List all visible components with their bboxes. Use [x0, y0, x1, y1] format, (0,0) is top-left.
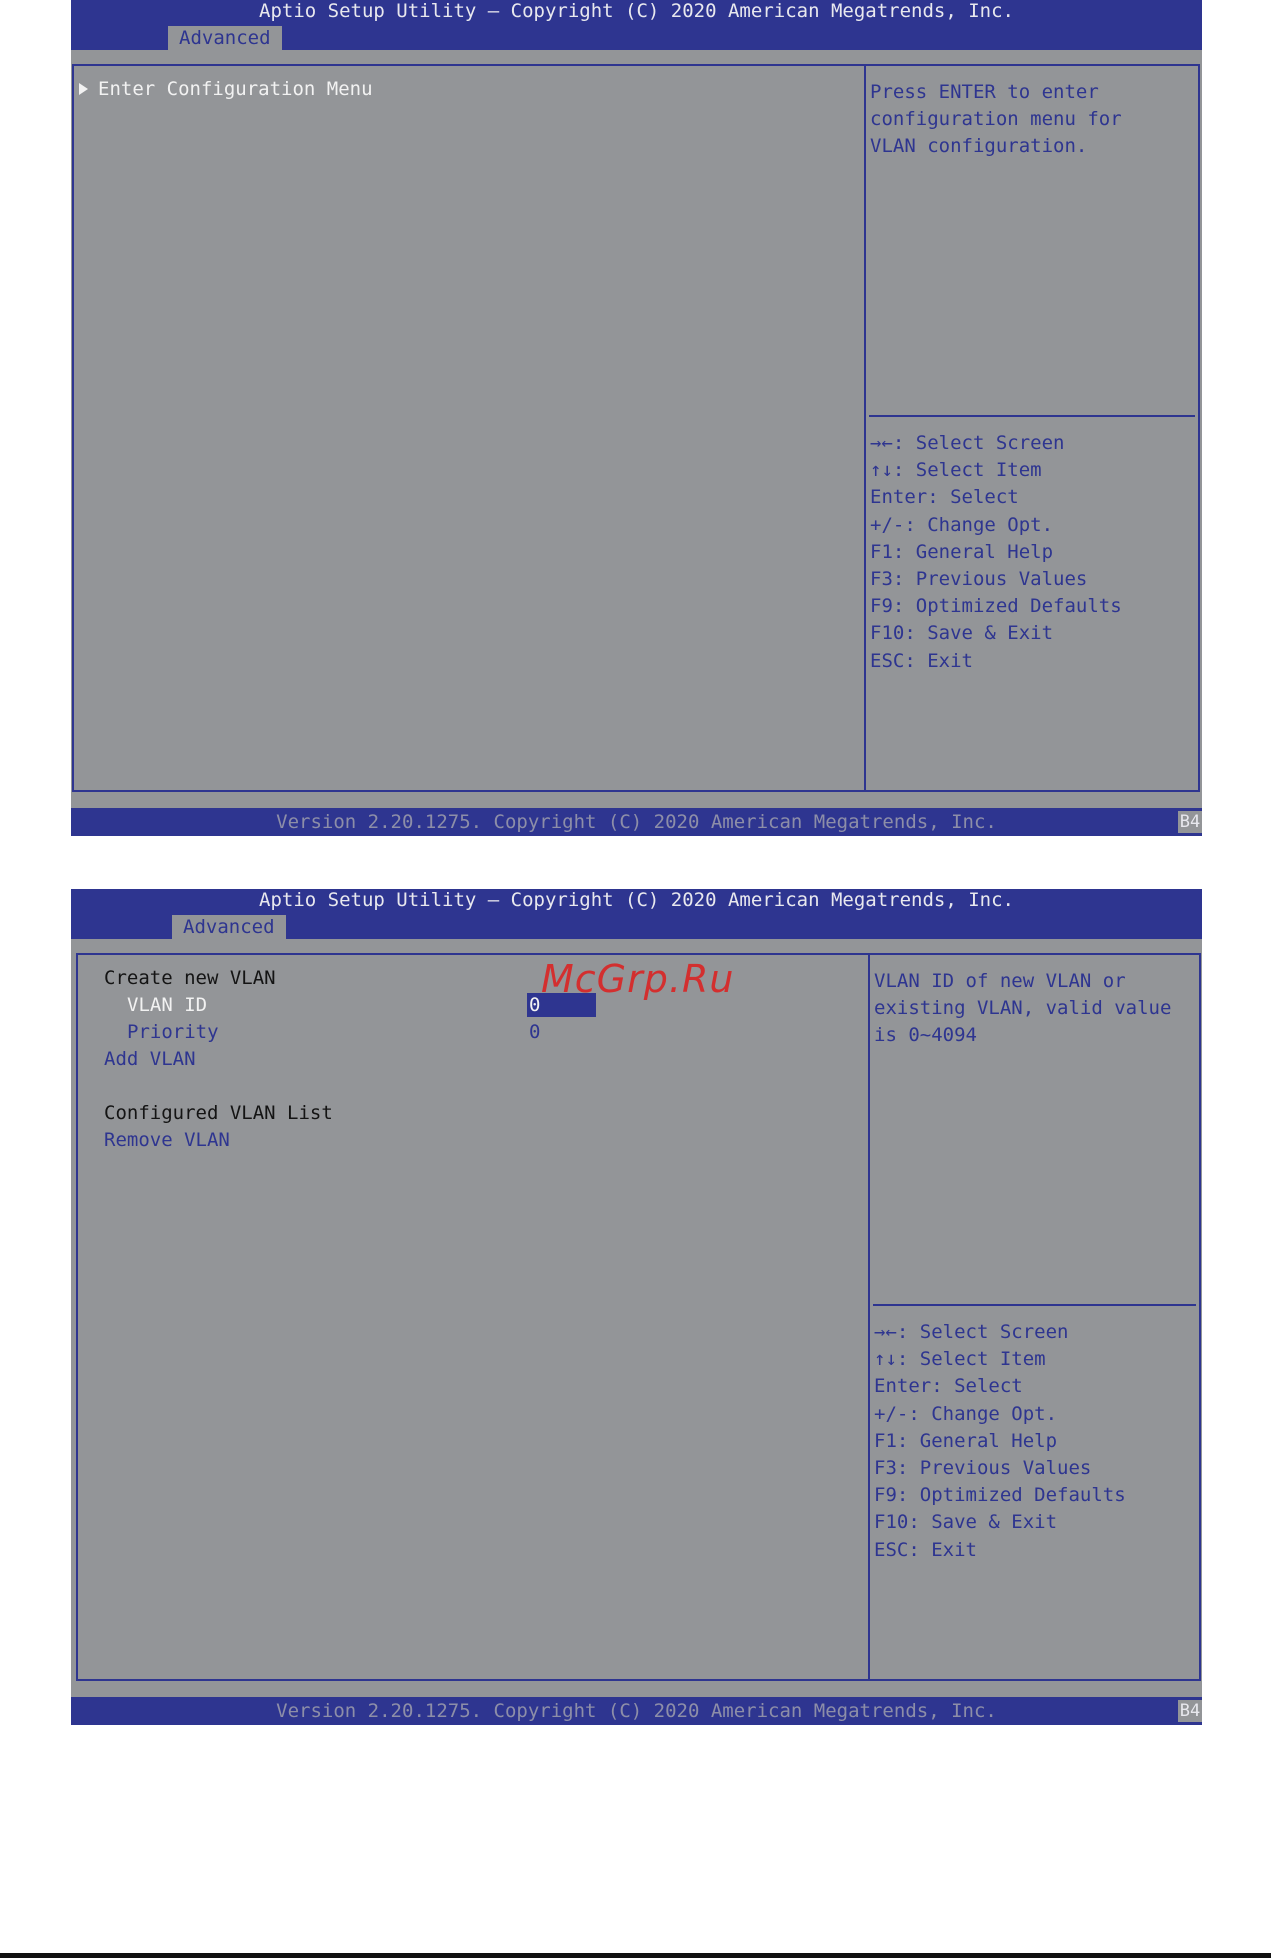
help-line: is 0~4094	[874, 1024, 977, 1046]
title-text: Aptio Setup Utility – Copyright (C) 2020…	[259, 0, 1014, 22]
title-bar: Aptio Setup Utility – Copyright (C) 2020…	[71, 889, 1202, 939]
vlan-id-label: VLAN ID	[127, 994, 208, 1016]
watermark-text: McGrp.Ru	[541, 957, 735, 1001]
tab-advanced[interactable]: Advanced	[172, 915, 286, 939]
footer-bar: Version 2.20.1275. Copyright (C) 2020 Am…	[71, 808, 1202, 836]
key-save-exit: F10: Save & Exit	[870, 622, 1054, 645]
menu-panel: Create new VLAN VLAN ID 0 Priority 0 Add…	[76, 953, 870, 1681]
title-text: Aptio Setup Utility – Copyright (C) 2020…	[259, 889, 1014, 911]
key-esc-exit: ESC: Exit	[874, 1538, 977, 1561]
remove-vlan-button[interactable]: Remove VLAN	[104, 1128, 230, 1152]
priority-field[interactable]: 0	[529, 1020, 540, 1044]
submenu-arrow-icon	[79, 83, 88, 95]
key-optimized-defaults: F9: Optimized Defaults	[870, 595, 1122, 618]
key-enter-select: Enter: Select	[874, 1375, 1023, 1398]
help-divider	[869, 415, 1195, 417]
key-select-screen: →←: Select Screen	[870, 432, 1065, 454]
help-line: existing VLAN, valid value	[874, 997, 1172, 1019]
bios-screen-main: Aptio Setup Utility – Copyright (C) 2020…	[71, 0, 1202, 836]
key-optimized-defaults: F9: Optimized Defaults	[874, 1484, 1126, 1507]
help-line: VLAN configuration.	[870, 135, 1088, 157]
footer-bar: Version 2.20.1275. Copyright (C) 2020 Am…	[71, 1697, 1202, 1725]
priority-label: Priority	[127, 1021, 219, 1043]
help-line: Press ENTER to enter	[870, 81, 1099, 103]
page-bottom-rule	[0, 1953, 1271, 1958]
create-new-vlan-heading: Create new VLAN	[104, 967, 276, 989]
help-divider	[873, 1304, 1196, 1306]
key-previous-values: F3: Previous Values	[874, 1457, 1092, 1480]
key-esc-exit: ESC: Exit	[870, 649, 973, 672]
title-bar: Aptio Setup Utility – Copyright (C) 2020…	[71, 0, 1202, 50]
enter-configuration-menu-item[interactable]: Enter Configuration Menu	[98, 77, 373, 101]
key-legend: →←: Select Screen ↑↓: Select Item Enter:…	[870, 430, 1190, 675]
key-select-item: ↑↓: Select Item	[874, 1348, 1046, 1371]
menu-panel: Enter Configuration Menu	[72, 64, 866, 792]
help-text: VLAN ID of new VLAN or existing VLAN, va…	[874, 968, 1194, 1049]
help-line: configuration menu for	[870, 108, 1122, 130]
bios-screen-vlan: Aptio Setup Utility – Copyright (C) 2020…	[71, 889, 1202, 1725]
tab-advanced[interactable]: Advanced	[168, 26, 282, 50]
add-vlan-button[interactable]: Add VLAN	[104, 1047, 196, 1071]
help-panel: VLAN ID of new VLAN or existing VLAN, va…	[868, 953, 1201, 1681]
version-badge: B4	[1178, 1700, 1202, 1722]
key-change-opt: +/-: Change Opt.	[870, 513, 1054, 536]
key-enter-select: Enter: Select	[870, 486, 1019, 509]
version-text: Version 2.20.1275. Copyright (C) 2020 Am…	[276, 1700, 997, 1722]
help-text: Press ENTER to enter configuration menu …	[870, 79, 1190, 160]
key-legend: →←: Select Screen ↑↓: Select Item Enter:…	[874, 1319, 1194, 1564]
configured-vlan-list-heading: Configured VLAN List	[104, 1102, 333, 1124]
key-change-opt: +/-: Change Opt.	[874, 1402, 1058, 1425]
help-line: VLAN ID of new VLAN or	[874, 970, 1126, 992]
help-panel: Press ENTER to enter configuration menu …	[864, 64, 1200, 792]
key-save-exit: F10: Save & Exit	[874, 1511, 1058, 1534]
key-select-screen: →←: Select Screen	[874, 1321, 1069, 1343]
key-previous-values: F3: Previous Values	[870, 568, 1088, 591]
key-select-item: ↑↓: Select Item	[870, 459, 1042, 482]
version-badge: B4	[1178, 811, 1202, 833]
key-general-help: F1: General Help	[874, 1429, 1058, 1452]
key-general-help: F1: General Help	[870, 540, 1054, 563]
version-text: Version 2.20.1275. Copyright (C) 2020 Am…	[276, 811, 997, 833]
